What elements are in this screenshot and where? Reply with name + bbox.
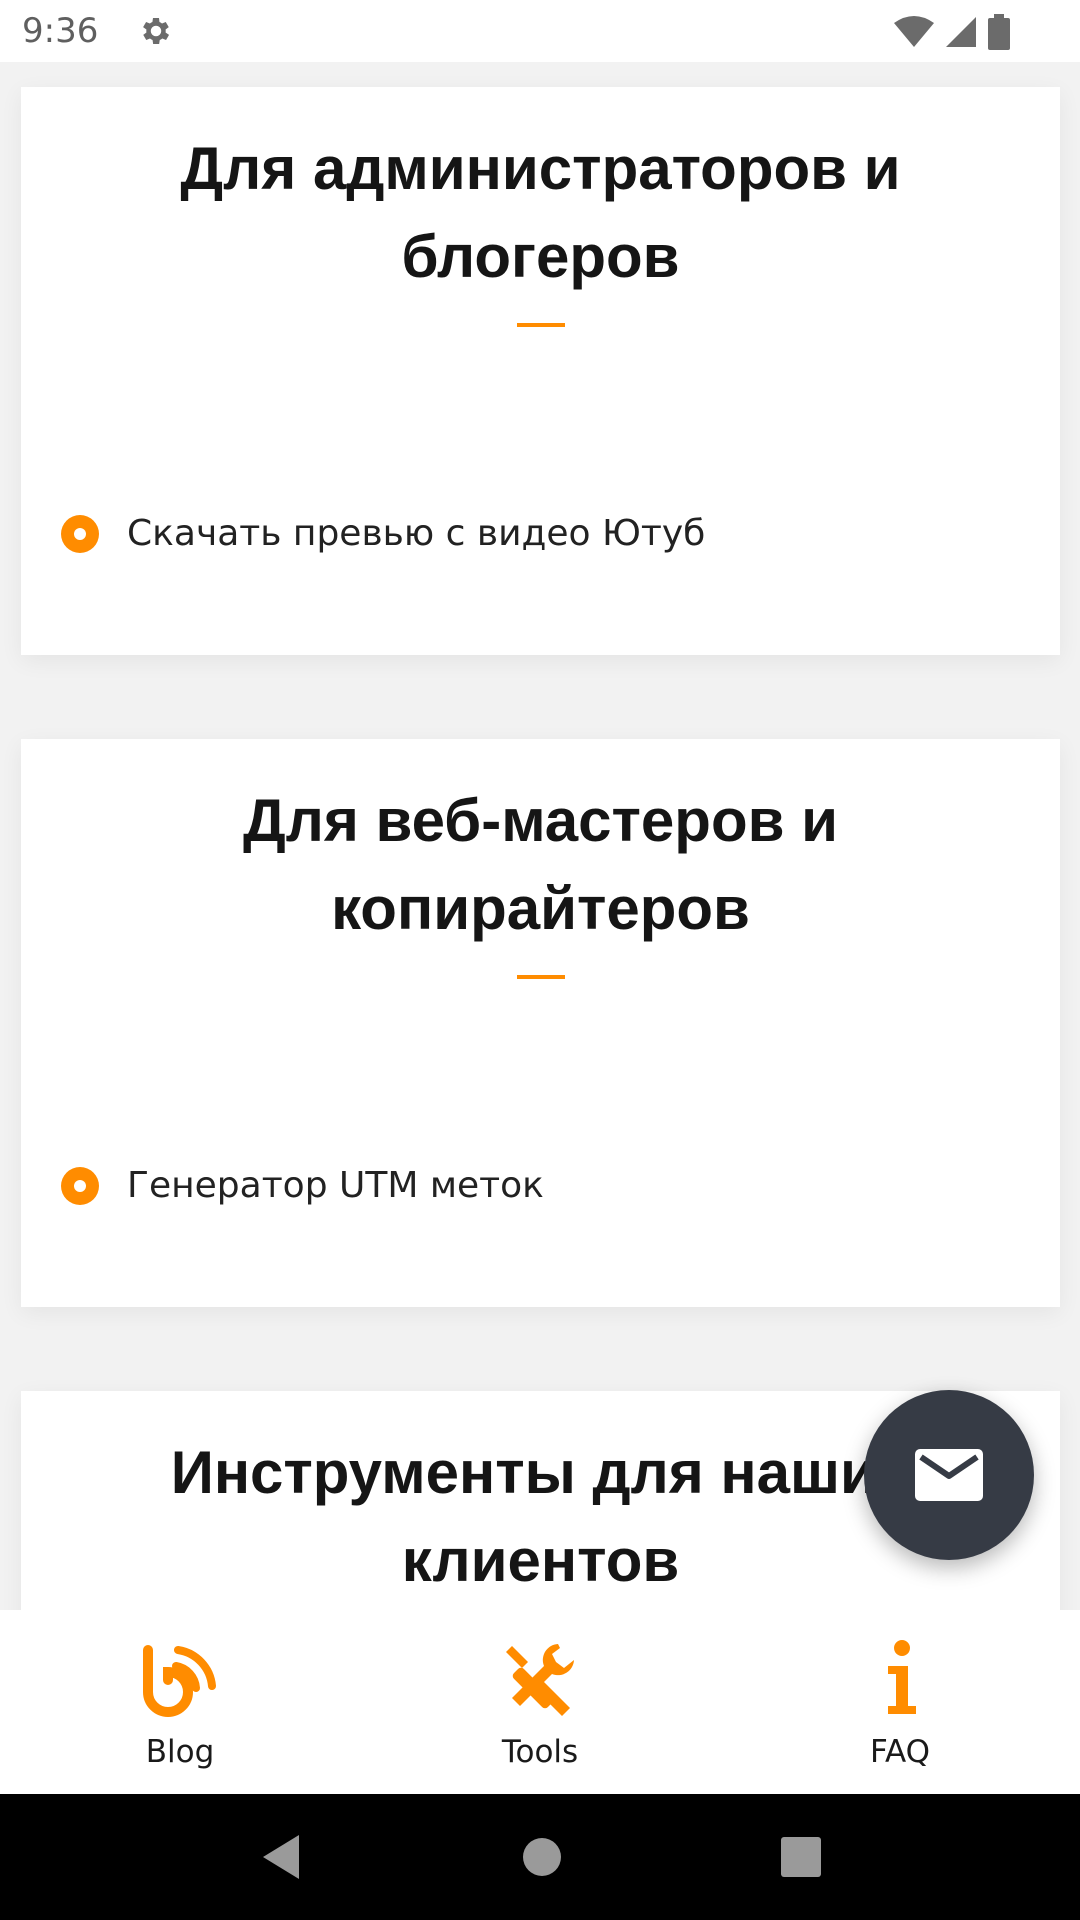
card-title: Для веб-мастеров и копирайтеров [242, 787, 839, 942]
wifi-icon [894, 16, 934, 47]
list-item-utm-generator[interactable]: Генератор UTM меток [61, 1165, 544, 1206]
info-icon [888, 1640, 916, 1714]
card-title: Для администраторов и блогеров [180, 135, 901, 290]
nav-label: Tools [501, 1734, 579, 1770]
recents-icon[interactable] [781, 1837, 821, 1877]
list-item-label: Скачать превью с видео Ютуб [127, 513, 706, 554]
nav-label: Blog [145, 1734, 215, 1770]
system-navigation-bar [0, 1794, 1080, 1920]
nav-item-faq[interactable]: FAQ [720, 1610, 1080, 1794]
nav-label: FAQ [869, 1734, 931, 1770]
nav-item-blog[interactable]: Blog [0, 1610, 360, 1794]
bullet-icon [61, 514, 99, 553]
card-title-underline [516, 975, 565, 979]
back-icon[interactable] [259, 1833, 303, 1881]
card-title-underline [516, 323, 565, 327]
contact-fab-button[interactable] [864, 1390, 1034, 1560]
status-icons [894, 14, 1010, 50]
card-webmasters-copywriters: Для веб-мастеров и копирайтеров Генерато… [21, 739, 1060, 1307]
card-admins-bloggers: Для администраторов и блогеров Скачать п… [21, 87, 1060, 655]
signal-icon [946, 17, 976, 47]
list-item-youtube-preview[interactable]: Скачать превью с видео Ютуб [61, 513, 705, 554]
blog-rss-icon [143, 1645, 216, 1717]
tools-icon [506, 1644, 574, 1716]
content-scroll[interactable]: Для администраторов и блогеров Скачать п… [0, 62, 1080, 1610]
list-item-label: Генератор UTM меток [127, 1165, 544, 1206]
status-time: 9:36 [22, 11, 99, 51]
mail-icon [915, 1449, 983, 1501]
status-bar: 9:36 [0, 0, 1080, 62]
home-icon[interactable] [521, 1836, 563, 1878]
battery-icon [988, 14, 1010, 50]
bullet-icon [61, 1166, 99, 1205]
nav-item-tools[interactable]: Tools [360, 1610, 720, 1794]
gear-icon [143, 17, 170, 45]
bottom-navigation: Blog Tools FAQ [0, 1610, 1080, 1794]
